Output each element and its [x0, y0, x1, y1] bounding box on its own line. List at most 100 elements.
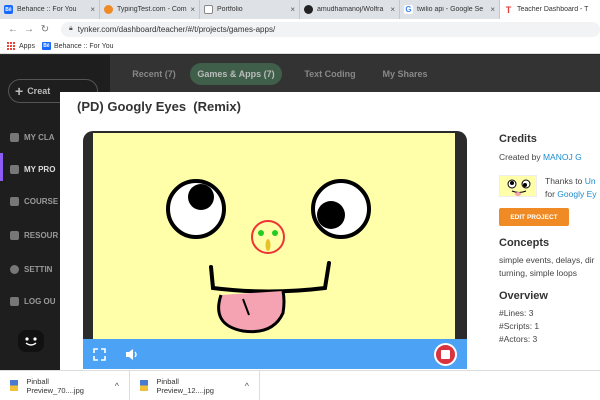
gear-icon — [10, 265, 19, 274]
reload-icon[interactable]: ↻ — [37, 24, 53, 35]
tynker-icon: T — [504, 4, 513, 15]
browser-tab-google[interactable]: G twilio api - Google Se × — [400, 0, 500, 19]
browser-tab-tynker[interactable]: T Teacher Dashboard - T — [500, 0, 600, 19]
sidebar-item-courses[interactable]: COURSE — [10, 197, 58, 206]
browser-tab-behance[interactable]: Bē Behance :: For You × — [0, 0, 100, 19]
sidebar-item-label: LOG OU — [24, 297, 56, 306]
tab-text-coding[interactable]: Text Coding — [290, 63, 370, 85]
project-modal: (PD) Googly Eyes (Remix) Credits Created… — [60, 92, 600, 370]
plus-icon: + — [15, 83, 24, 99]
github-icon — [304, 5, 313, 14]
stop-icon — [441, 350, 450, 359]
projects-icon — [10, 165, 19, 174]
close-icon[interactable]: × — [190, 5, 195, 14]
logout-icon — [10, 297, 19, 306]
lock-icon: 🔒︎ — [69, 25, 73, 32]
address-bar: ← → ↻ 🔒︎ tynker.com/dashboard/teacher/#/… — [0, 19, 600, 39]
url-text: tynker.com/dashboard/teacher/#/t/project… — [77, 24, 276, 34]
typingtest-icon — [104, 5, 113, 14]
courses-icon — [10, 197, 19, 206]
browser-tab-typingtest[interactable]: TypingTest.com - Com × — [100, 0, 200, 19]
classes-icon — [10, 133, 19, 142]
thanks-prefix: Thanks to — [545, 176, 585, 186]
project-info-panel: Credits Created by MANOJ G Thanks to Un … — [499, 92, 600, 370]
credits-heading: Credits — [499, 133, 537, 145]
sidebar-active-indicator — [0, 153, 3, 181]
back-arrow-icon[interactable]: ← — [5, 24, 21, 35]
player-controls — [83, 339, 467, 369]
creator-link[interactable]: MANOJ G — [543, 152, 582, 162]
tab-recent[interactable]: Recent (7) — [120, 63, 188, 85]
tab-label: twilio api - Google Se — [417, 6, 484, 13]
sidebar-item-resources[interactable]: RESOUR — [10, 231, 58, 240]
created-by-prefix: Created by — [499, 152, 543, 162]
sidebar-item-my-projects[interactable]: MY PRO — [10, 165, 55, 174]
bookmarks-bar: Apps Bē Behance :: For You — [0, 39, 600, 54]
close-icon[interactable]: × — [490, 5, 495, 14]
close-icon[interactable]: × — [290, 5, 295, 14]
tab-label: Teacher Dashboard - T — [517, 6, 589, 13]
project-title: (PD) Googly Eyes (Remix) — [77, 99, 241, 114]
edit-project-button[interactable]: EDIT PROJECT — [499, 208, 569, 226]
original-project-link[interactable]: Googly Ey — [557, 189, 596, 199]
sidebar-item-logout[interactable]: LOG OU — [10, 297, 56, 306]
forward-arrow-icon[interactable]: → — [21, 24, 37, 35]
tab-label: Portfolio — [217, 6, 243, 13]
googly-face-illustration — [166, 179, 371, 334]
overview-heading: Overview — [499, 290, 548, 302]
thanks-link[interactable]: Un — [585, 176, 596, 186]
create-label: Creat — [27, 86, 51, 96]
chevron-up-icon[interactable]: ^ — [245, 381, 249, 391]
bookmark-apps[interactable]: Apps — [7, 42, 35, 50]
sidebar-item-label: MY CLA — [24, 133, 55, 142]
download-filename: Pinball Preview_70....jpg — [26, 376, 84, 395]
image-file-icon — [140, 380, 149, 391]
concepts-text: simple events, delays, dir — [499, 255, 595, 265]
browser-tab-portfolio[interactable]: Portfolio × — [200, 0, 300, 19]
game-stage[interactable] — [93, 133, 455, 339]
thanks-line: Thanks to Un — [545, 176, 596, 186]
google-icon: G — [404, 5, 413, 14]
close-icon[interactable]: × — [390, 5, 395, 14]
sidebar-item-label: SETTIN — [24, 265, 53, 274]
original-project-thumbnail[interactable] — [499, 175, 537, 197]
download-filename: Pinball Preview_12....jpg — [156, 376, 214, 395]
sidebar-item-my-classes[interactable]: MY CLA — [10, 133, 55, 142]
tab-games-apps[interactable]: Games & Apps (7) — [190, 63, 282, 85]
browser-tab-bar: Bē Behance :: For You × TypingTest.com -… — [0, 0, 600, 19]
close-icon[interactable]: × — [90, 5, 95, 14]
for-prefix: for — [545, 189, 558, 199]
tab-label: amudhamanoj/Wolfra — [317, 6, 384, 13]
resources-icon — [10, 231, 19, 240]
download-item[interactable]: Pinball Preview_12....jpg ^ — [130, 370, 260, 400]
tab-label: TypingTest.com - Com — [117, 6, 187, 13]
chevron-up-icon[interactable]: ^ — [115, 381, 119, 391]
bookmark-behance[interactable]: Bē Behance :: For You — [41, 42, 114, 50]
behance-icon: Bē — [41, 42, 51, 50]
url-input[interactable]: 🔒︎ tynker.com/dashboard/teacher/#/t/proj… — [61, 21, 600, 37]
project-player — [83, 131, 467, 369]
image-file-icon — [10, 380, 19, 391]
actors-count: #Actors: 3 — [499, 334, 538, 344]
behance-icon: Bē — [4, 5, 13, 14]
download-item[interactable]: Pinball Preview_70....jpg ^ — [0, 370, 130, 400]
concepts-heading: Concepts — [499, 237, 550, 249]
lines-count: #Lines: 3 — [499, 308, 534, 318]
concepts-text: turning, simple loops — [499, 268, 577, 278]
scripts-count: #Scripts: 1 — [499, 321, 540, 331]
portfolio-icon — [204, 5, 213, 14]
apps-grid-icon — [7, 42, 15, 50]
sidebar-item-settings[interactable]: SETTIN — [10, 265, 52, 274]
sidebar-item-label: MY PRO — [24, 165, 56, 174]
stop-button[interactable] — [434, 343, 457, 366]
sidebar-item-label: COURSE — [24, 197, 59, 206]
tab-my-shares[interactable]: My Shares — [370, 63, 440, 85]
volume-icon[interactable] — [125, 348, 139, 361]
browser-tab-github[interactable]: amudhamanoj/Wolfra × — [300, 0, 400, 19]
downloads-bar: Pinball Preview_70....jpg ^ Pinball Prev… — [0, 370, 600, 400]
sidebar-item-label: RESOUR — [24, 231, 59, 240]
project-tabs: Recent (7) Games & Apps (7) Text Coding … — [110, 55, 600, 93]
tab-label: Behance :: For You — [17, 6, 77, 13]
chat-avatar[interactable] — [18, 330, 44, 352]
fullscreen-icon[interactable] — [93, 348, 106, 361]
